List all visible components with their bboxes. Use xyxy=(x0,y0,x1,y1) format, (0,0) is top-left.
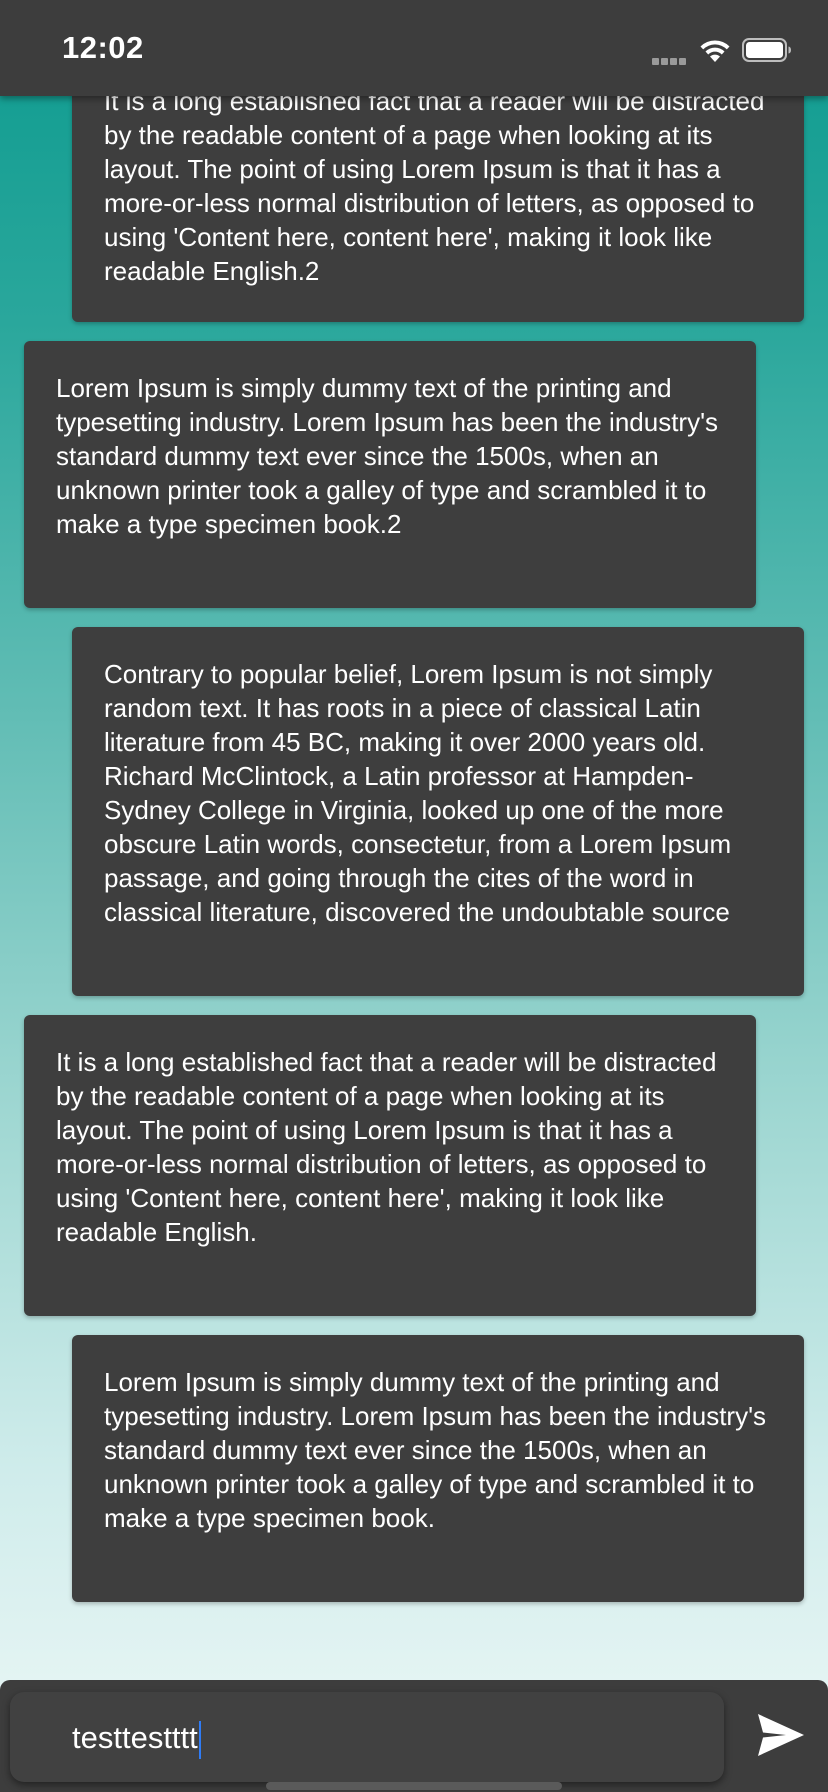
status-time: 12:02 xyxy=(62,30,144,65)
message-text: Lorem Ipsum is simply dummy text of the … xyxy=(104,1367,767,1533)
wifi-icon xyxy=(700,40,730,62)
message-text: Lorem Ipsum is simply dummy text of the … xyxy=(56,373,719,539)
message-list[interactable]: It is a long established fact that a rea… xyxy=(0,0,828,1680)
message-input-value: testtestttt xyxy=(72,1720,198,1755)
cellular-signal-icon xyxy=(652,52,690,65)
send-icon[interactable] xyxy=(756,1712,806,1758)
battery-icon xyxy=(742,38,791,62)
message-composer: testtestttt xyxy=(0,1680,828,1792)
message-text: Contrary to popular belief, Lorem Ipsum … xyxy=(104,659,732,927)
message-text: It is a long established fact that a rea… xyxy=(104,86,765,286)
message-bubble: Lorem Ipsum is simply dummy text of the … xyxy=(72,1335,804,1602)
message-input-box[interactable]: testtestttt xyxy=(10,1692,724,1782)
message-bubble: Contrary to popular belief, Lorem Ipsum … xyxy=(72,627,804,996)
home-indicator xyxy=(266,1782,562,1790)
status-bar: 12:02 xyxy=(0,0,828,96)
message-bubble: Lorem Ipsum is simply dummy text of the … xyxy=(24,341,756,608)
message-input[interactable]: testtestttt xyxy=(72,1716,201,1760)
message-text: It is a long established fact that a rea… xyxy=(56,1047,717,1247)
text-caret xyxy=(198,1720,201,1759)
message-bubble: It is a long established fact that a rea… xyxy=(24,1015,756,1316)
